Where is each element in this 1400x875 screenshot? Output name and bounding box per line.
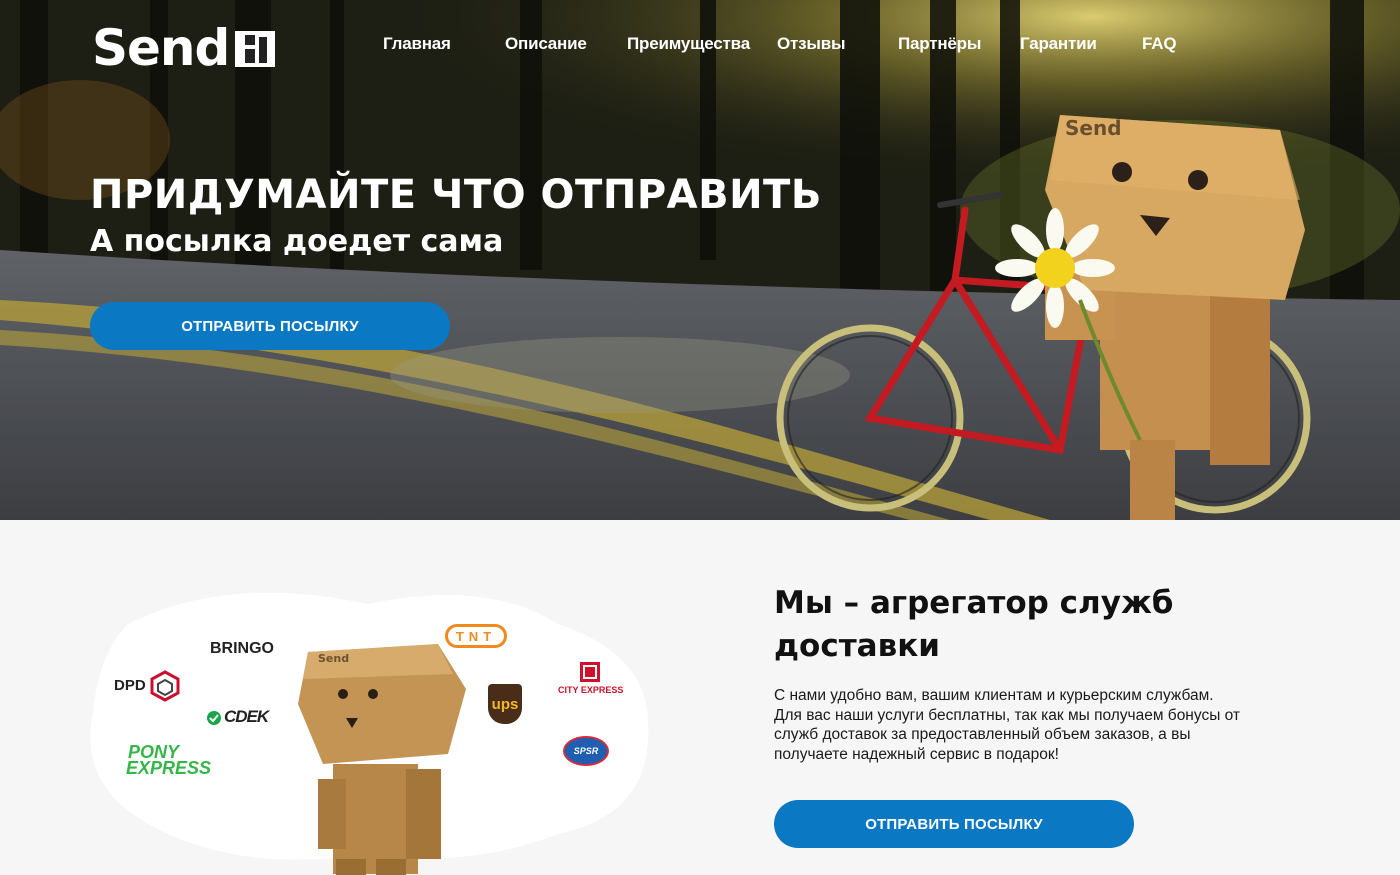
nav-item-guarantees[interactable]: Гарантии — [1020, 34, 1097, 54]
robot-box-logo: Send — [318, 652, 349, 665]
nav-item-reviews[interactable]: Отзывы — [777, 34, 845, 54]
nav-item-description[interactable]: Описание — [505, 34, 587, 54]
partner-city-express-logo: CITY EXPRESS — [558, 685, 624, 695]
partners-illustration: Send BRINGO DPD CDEK PONY EXPRESS TNT up… — [88, 584, 658, 875]
city-express-icon — [580, 662, 600, 682]
hero-title: ПРИДУМАЙТЕ ЧТО ОТПРАВИТЬ — [90, 172, 822, 218]
send-parcel-button[interactable]: ОТПРАВИТЬ ПОСЫЛКУ — [90, 302, 450, 350]
partner-spsr-logo: SPSR — [563, 736, 609, 766]
partner-dpd-logo: DPD — [114, 677, 146, 694]
nav-item-partners[interactable]: Партнёры — [898, 34, 981, 54]
partner-tnt-logo: TNT — [445, 624, 507, 648]
main-nav: Главная Описание Преимущества Отзывы Пар… — [0, 34, 1400, 60]
aggregator-section: Send BRINGO DPD CDEK PONY EXPRESS TNT up… — [0, 520, 1400, 875]
dpd-cube-icon — [150, 670, 180, 702]
partner-cdek-logo: CDEK — [224, 707, 269, 726]
nav-item-home[interactable]: Главная — [383, 34, 451, 54]
partner-spsr-text: SPSR — [573, 746, 599, 756]
hero-section: Send Send Главная Описание Преимущества … — [0, 0, 1400, 520]
nav-item-advantages[interactable]: Преимущества — [627, 34, 750, 54]
partner-ups-text: ups — [491, 695, 519, 713]
aggregator-description: С нами удобно вам, вашим клиентам и курь… — [774, 687, 1241, 763]
hero-background-image: Send — [0, 0, 1400, 520]
partner-pony-logo-line2: EXPRESS — [126, 758, 212, 778]
send-parcel-button-secondary[interactable]: ОТПРАВИТЬ ПОСЫЛКУ — [774, 800, 1134, 848]
partner-bringo-logo: BRINGO — [210, 640, 274, 657]
cdek-icon — [207, 711, 221, 725]
box-logo: Send — [1065, 116, 1122, 140]
aggregator-title: Мы – агрегатор служб доставки — [774, 585, 1174, 664]
partner-tnt-text: TNT — [455, 628, 497, 644]
nav-item-faq[interactable]: FAQ — [1142, 34, 1177, 54]
partner-ups-logo: ups — [488, 684, 522, 724]
robot-image: Send — [298, 644, 466, 875]
hero-subtitle: А посылка доедет сама — [90, 224, 504, 259]
